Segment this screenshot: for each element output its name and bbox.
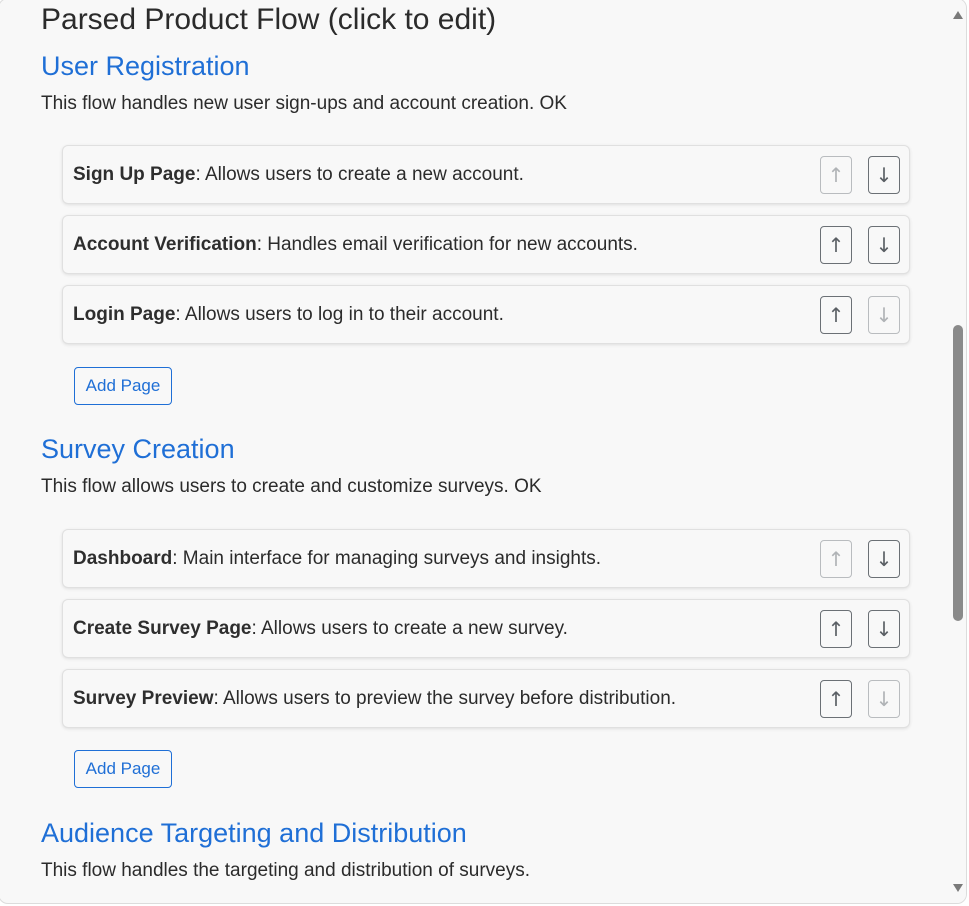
- page-card: Sign Up Page: Allows users to create a n…: [62, 145, 910, 204]
- flow-description[interactable]: This flow handles new user sign-ups and …: [41, 93, 567, 115]
- move-down-button[interactable]: ↓: [868, 156, 900, 194]
- move-down-button[interactable]: ↓: [868, 540, 900, 578]
- add-page-button[interactable]: Add Page: [74, 750, 172, 788]
- move-up-button[interactable]: ↑: [820, 156, 852, 194]
- page-description: : Handles email verification for new acc…: [256, 234, 638, 255]
- move-up-button[interactable]: ↑: [820, 540, 852, 578]
- page-card-text[interactable]: Dashboard: Main interface for managing s…: [73, 548, 601, 570]
- move-down-button[interactable]: ↓: [868, 680, 900, 718]
- move-down-button[interactable]: ↓: [868, 610, 900, 648]
- page-name: Dashboard: [73, 548, 173, 569]
- flow-title[interactable]: Survey Creation: [41, 434, 235, 465]
- page-description: : Allows users to create a new survey.: [251, 618, 568, 639]
- scroll-down-arrow-icon[interactable]: [953, 884, 963, 892]
- vertical-scrollbar[interactable]: [949, 0, 966, 903]
- arrow-up-icon: ↑: [827, 687, 845, 711]
- move-up-button[interactable]: ↑: [820, 680, 852, 718]
- page-description: : Allows users to create a new account.: [195, 164, 524, 185]
- move-up-button[interactable]: ↑: [820, 296, 852, 334]
- page-card: Survey Preview: Allows users to preview …: [62, 669, 910, 728]
- arrow-up-icon: ↑: [827, 233, 845, 257]
- move-up-button[interactable]: ↑: [820, 226, 852, 264]
- page-description: : Main interface for managing surveys an…: [172, 548, 602, 569]
- arrow-up-icon: ↑: [827, 547, 845, 571]
- arrow-down-icon: ↓: [875, 547, 893, 571]
- page-name: Survey Preview: [73, 688, 214, 709]
- product-flow-panel: Parsed Product Flow (click to edit) User…: [0, 0, 967, 904]
- page-card-text[interactable]: Create Survey Page: Allows users to crea…: [73, 618, 568, 640]
- arrow-up-icon: ↑: [827, 617, 845, 641]
- arrow-down-icon: ↓: [875, 617, 893, 641]
- page-name: Login Page: [73, 304, 176, 325]
- page-description: : Allows users to preview the survey bef…: [213, 688, 677, 709]
- page-card: Dashboard: Main interface for managing s…: [62, 529, 910, 588]
- arrow-up-icon: ↑: [827, 163, 845, 187]
- arrow-down-icon: ↓: [875, 163, 893, 187]
- page-card-text[interactable]: Survey Preview: Allows users to preview …: [73, 688, 676, 710]
- arrow-down-icon: ↓: [875, 233, 893, 257]
- flow-description[interactable]: This flow allows users to create and cus…: [41, 476, 542, 498]
- page-name: Create Survey Page: [73, 618, 252, 639]
- arrow-down-icon: ↓: [875, 687, 893, 711]
- arrow-down-icon: ↓: [875, 303, 893, 327]
- page-card-text[interactable]: Sign Up Page: Allows users to create a n…: [73, 164, 524, 186]
- page-name: Account Verification: [73, 234, 257, 255]
- add-page-button[interactable]: Add Page: [74, 367, 172, 405]
- page-card: Create Survey Page: Allows users to crea…: [62, 599, 910, 658]
- page-card: Account Verification: Handles email veri…: [62, 215, 910, 274]
- page-description: : Allows users to log in to their accoun…: [175, 304, 504, 325]
- move-up-button[interactable]: ↑: [820, 610, 852, 648]
- move-down-button[interactable]: ↓: [868, 226, 900, 264]
- flow-title[interactable]: User Registration: [41, 51, 250, 82]
- arrow-up-icon: ↑: [827, 303, 845, 327]
- page-card-text[interactable]: Login Page: Allows users to log in to th…: [73, 304, 504, 326]
- page-name: Sign Up Page: [73, 164, 196, 185]
- page-card-text[interactable]: Account Verification: Handles email veri…: [73, 234, 638, 256]
- scrollbar-thumb[interactable]: [953, 325, 963, 621]
- page-card: Login Page: Allows users to log in to th…: [62, 285, 910, 344]
- page-title: Parsed Product Flow (click to edit): [41, 3, 497, 36]
- flow-description[interactable]: This flow handles the targeting and dist…: [41, 860, 530, 882]
- scroll-up-arrow-icon[interactable]: [953, 11, 963, 19]
- flow-title[interactable]: Audience Targeting and Distribution: [41, 818, 467, 849]
- move-down-button[interactable]: ↓: [868, 296, 900, 334]
